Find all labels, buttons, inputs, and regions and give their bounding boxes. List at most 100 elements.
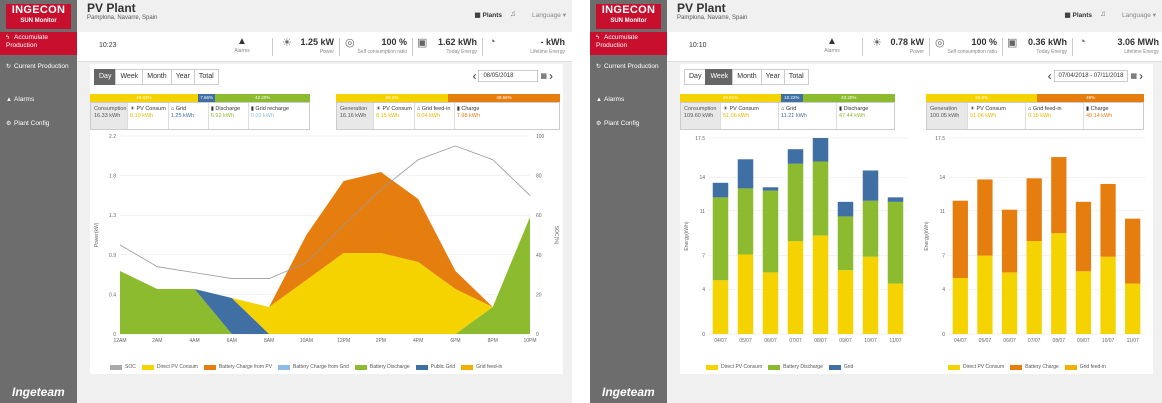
notification-bell-icon[interactable]: ♫ — [1100, 9, 1106, 18]
y2-axis-label: SOC(%) — [553, 226, 559, 245]
language-dropdown[interactable]: Language ▾ — [532, 11, 566, 19]
x-tick-label: 10PM — [523, 338, 536, 344]
x-tick-label: 6PM — [450, 338, 460, 344]
lifetime-energy-kpi: ◔ 3.06 MWh Lifetime Energy — [1079, 36, 1159, 55]
tab-day[interactable]: Day — [684, 69, 707, 85]
y-tick-label: 4 — [942, 287, 945, 293]
chevron-left-icon[interactable]: ‹ — [473, 69, 477, 83]
chart-panel: Day Week Month Year Total ‹ 08/05/2018 ▦… — [90, 64, 563, 374]
power-area-chart: 00.40.91.31.82.202040608010012AM 2AM 4AM 6A… — [94, 134, 559, 344]
generation-legend: Direct PV Consum Battery Charge Grid fee… — [942, 364, 1106, 370]
chart-panel: Day Week Month Year Total ‹ 07/04/2018 -… — [680, 64, 1153, 374]
calendar-picker-icon[interactable]: ▦ — [540, 73, 547, 80]
bulb-icon: ◎ — [345, 37, 355, 49]
bar-direct-pv-consum — [862, 256, 879, 334]
generation-summary: Generation 16.16 kWh ☀ PV Consum 8.15 kWh … — [336, 102, 560, 130]
bar-battery-discharge — [887, 201, 904, 284]
y-tick-label: 14 — [939, 175, 945, 181]
bar-grid — [887, 197, 904, 202]
y-tick-label: 4 — [702, 287, 705, 293]
battery-icon: ▮ — [839, 106, 843, 112]
y-tick-label: 14 — [699, 175, 705, 181]
tab-total[interactable]: Total — [193, 69, 219, 85]
notification-bell-icon[interactable]: ♫ — [510, 9, 516, 18]
plant-location: Pamplona, Navarre, Spain — [677, 15, 748, 21]
bar-direct-pv-consum — [952, 278, 968, 334]
bar-direct-pv-consum — [1001, 272, 1018, 334]
tab-year[interactable]: Year — [170, 69, 195, 85]
consumption-bar-chart: 0 4 7 11 14 17.5 Energy(kWh) 04/07 05/07 06/07 07/… — [684, 136, 908, 344]
nav-alarms[interactable]: ▲ Alarms — [0, 94, 77, 106]
bar-grid — [762, 187, 779, 191]
page-title: PV Plant — [87, 1, 136, 15]
x-tick-label: 04/07 — [954, 338, 967, 344]
bar-battery-discharge — [737, 188, 754, 255]
x-tick-label: 2AM — [152, 338, 162, 344]
sidebar: INGECON SUN Monitor ϟ Accumulate Productio… — [0, 0, 77, 403]
bar-grid — [737, 159, 754, 189]
power-kpi: ☀ 1.25 kW Power — [282, 37, 334, 55]
battery-icon: ▮ — [1086, 106, 1090, 112]
generation-balance-bar: 60.2% 49.56% — [336, 94, 560, 102]
consumption-balance-bar: 46.61% 10.22% 43.20% — [680, 94, 895, 102]
chevron-left-icon[interactable]: ‹ — [1048, 69, 1052, 83]
tab-month[interactable]: Month — [732, 69, 762, 85]
today-energy-kpi: ▣ 0.36 kWh Today Energy — [1007, 37, 1067, 55]
calendar-icon: ▣ — [1007, 37, 1018, 49]
date-navigator: ‹ 07/04/2018 - 07/11/2018 ▦ › — [1048, 69, 1143, 83]
nav-current-production[interactable]: ↻ Current Production — [590, 61, 667, 73]
x-tick-label: 07/07 — [1028, 338, 1041, 344]
power-kpi: ☀ 0.78 kW Power — [872, 37, 924, 55]
plants-menu[interactable]: ▦ Plants — [1065, 11, 1092, 19]
bar-grid — [862, 170, 879, 201]
chevron-right-icon[interactable]: › — [1139, 69, 1143, 83]
gear-icon: ⚙ — [6, 121, 12, 127]
y-axis-label: Energy(kWh) — [684, 221, 690, 251]
nav-alarms[interactable]: ▲ Alarms — [590, 94, 667, 106]
sun-icon: ☀ — [282, 37, 292, 49]
alarms-kpi[interactable]: ▲ Alarms — [812, 36, 852, 60]
bar-battery-discharge — [762, 190, 779, 273]
screenshot-day-view: INGECON SUN Monitor ϟ Accumulate Productio… — [0, 0, 572, 403]
plants-menu[interactable]: ▦ Plants — [475, 11, 502, 19]
bar-direct-pv-consum — [837, 270, 854, 334]
alarm-icon: ▲ — [827, 36, 837, 47]
x-tick-label: 10/07 — [1102, 338, 1115, 344]
x-tick-label: 04/07 — [714, 338, 727, 344]
ingeteam-logo: Ingeteam — [602, 385, 655, 399]
chevron-right-icon[interactable]: › — [549, 69, 553, 83]
gauge-icon: ◔ — [1079, 36, 1086, 48]
calendar-picker-icon[interactable]: ▦ — [1130, 73, 1137, 80]
nav-accumulate-production[interactable]: ϟ Accumulate Production — [0, 32, 77, 55]
plant-location: Pamplona, Navarre, Spain — [87, 15, 158, 21]
alarms-kpi[interactable]: ▲ Alarms — [222, 36, 262, 60]
tab-year[interactable]: Year — [760, 69, 785, 85]
date-field[interactable]: 08/05/2018 — [478, 70, 539, 82]
y-tick-label: 0 — [942, 332, 945, 338]
tab-week[interactable]: Week — [705, 69, 734, 85]
nav-accumulate-production[interactable]: ϟ Accumulate Production — [590, 32, 667, 55]
date-range-field[interactable]: 07/04/2018 - 07/11/2018 — [1053, 70, 1129, 82]
bulb-icon: ◎ — [935, 37, 945, 49]
bar-battery-discharge — [787, 163, 804, 242]
kpi-bar: 10:10 ▲ Alarms ☀ 0.78 kW Power ◎ 100 % Self c… — [667, 32, 1162, 62]
bar-battery-discharge — [812, 161, 829, 236]
y2-tick-label: 60 — [536, 213, 542, 219]
tab-total[interactable]: Total — [783, 69, 809, 85]
tab-month[interactable]: Month — [142, 69, 172, 85]
bar-direct-pv-consum — [977, 255, 993, 334]
bar-battery-discharge — [837, 216, 854, 271]
nav-plant-config[interactable]: ⚙ Plant Config — [0, 118, 77, 130]
nav-current-production[interactable]: ↻ Current Production — [0, 61, 77, 73]
x-tick-label: 06/07 — [1003, 338, 1016, 344]
bar-battery-charge — [1100, 183, 1116, 257]
tab-week[interactable]: Week — [115, 69, 144, 85]
bar-grid — [712, 182, 729, 198]
tab-day[interactable]: Day — [94, 69, 117, 85]
screenshot-week-view: INGECON SUN Monitor ϟ Accumulate Productio… — [590, 0, 1162, 403]
x-tick-label: 12PM — [337, 338, 350, 344]
nav-plant-config[interactable]: ⚙ Plant Config — [590, 118, 667, 130]
today-energy-kpi: ▣ 1.62 kWh Today Energy — [417, 37, 477, 55]
grid-tower-icon: ⌂ — [170, 106, 175, 112]
language-dropdown[interactable]: Language ▾ — [1122, 11, 1156, 19]
